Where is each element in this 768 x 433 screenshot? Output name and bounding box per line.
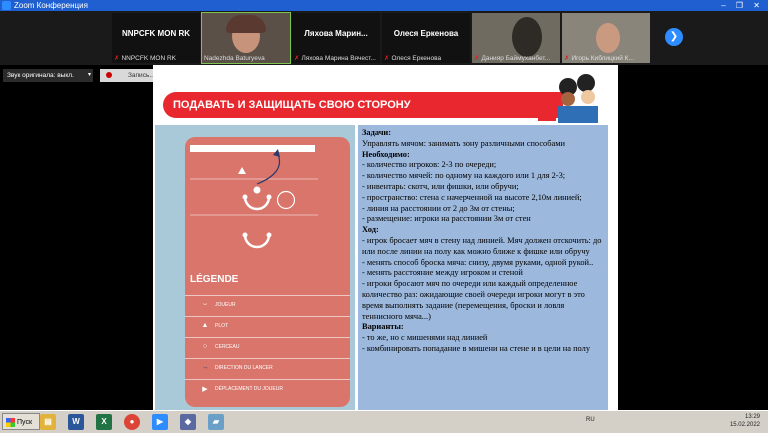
app-icon[interactable]: ◆ [180,414,196,430]
participant-video [596,23,620,53]
mic-muted-icon: ✗ [114,55,120,62]
diagram-panel: LÉGENDE ⌣ JOUEUR ▲ PLOT ○ CERCEAU → DIRE… [155,125,355,410]
mic-muted-icon: ✗ [564,55,570,62]
participant-name: Nadezhda Baturyeva [204,55,265,62]
presentation-slide: ПОДАВАТЬ И ЗАЩИЩАТЬ СВОЮ СТОРОНУ LÉGENDE… [153,65,618,410]
participant-video [512,17,542,57]
text-line: - комбинировать попадание в мишени на ст… [362,343,591,353]
instructions-text-panel: Задачи: Управлять мячом: занимать зону р… [358,125,608,410]
play-arrow-icon: ▶ [202,386,208,393]
exercise-diagram: LÉGENDE ⌣ JOUEUR ▲ PLOT ○ CERCEAU → DIRE… [185,137,350,407]
chrome-icon[interactable]: ● [124,414,140,430]
chevron-down-icon: ▾ [87,72,91,78]
children-illustration-icon [538,74,598,123]
arrow-right-icon: → [201,364,209,371]
clock[interactable]: 13:29 15.02.2022 [730,413,760,429]
participant-name: Данияр Баймуханбет... [481,55,551,62]
start-button[interactable]: Пуск [2,413,40,430]
participant-display-name: Ляхова Марин... [304,29,368,38]
participant-display-name: NNPCFK MON RK [122,29,190,38]
legend-item: ▲ PLOT [185,316,350,337]
text-line: - менять способ броска мяча: снизу, двум… [362,257,594,267]
text-line: - количество игроков: 2-3 по очереди; [362,160,497,170]
text-line: Управлять мячом: занимать зону различным… [362,138,565,148]
language-indicator[interactable]: RU [586,417,595,423]
legend-item: ⌣ JOUEUR [185,295,350,316]
legend-title: LÉGENDE [190,274,239,285]
legend-item: ○ CERCEAU [185,337,350,358]
windows-taskbar: Пуск ▤ W X ● ▶ ◆ ▰ RU 13:29 15.02.2022 [0,410,768,433]
excel-icon[interactable]: X [96,414,112,430]
text-line: - то же, но с мишенями над линией [362,333,488,343]
folder-icon[interactable]: ▤ [40,414,56,430]
field-diagram [190,149,318,249]
participants-strip: NNPCFK MON RK ✗ NNPCFK MON RK Nadezhda Ba… [0,11,768,65]
participant-name: Ляхова Марина Вячест... [301,55,376,62]
text-line: - количество мячей: по одному на каждого… [362,171,566,181]
legend-item: → DIRECTION DU LANCER [185,358,350,379]
section-heading: Задачи: [362,128,392,137]
text-line: - инвентарь: скотч, или фишки, или обруч… [362,181,519,191]
participant-name: NNPCFK MON RK [121,55,176,62]
participant-name: Олеся Еркенова [391,55,442,62]
legend-item: ▶ DÉPLACEMENT DU JOUEUR [185,379,350,400]
participant-tile[interactable]: ✗ Данияр Баймуханбет... [472,13,560,63]
text-line: - размещение: игроки на расстоянии 3м от… [362,214,531,224]
windows-logo-icon [6,418,15,427]
text-line: - игроки бросают мяч по очереди или кажд… [362,279,585,321]
window-titlebar: Zoom Конференция – ❐ ✕ [0,0,768,11]
participant-tile[interactable]: Nadezhda Baturyeva [201,12,291,64]
player-icon: ⌣ [202,301,208,308]
text-line: - линия на расстоянии от 2 до 3м от стен… [362,203,515,213]
slide-title: ПОДАВАТЬ И ЗАЩИЩАТЬ СВОЮ СТОРОНУ [163,92,563,118]
section-heading: Ход: [362,225,379,235]
hoop-icon: ○ [202,343,208,350]
zoom-icon[interactable]: ▶ [152,414,168,430]
original-sound-toggle[interactable]: Звук оригинала: выкл. ▾ [3,69,93,82]
text-line: - менять расстояние между игроком и стен… [362,268,523,278]
word-icon[interactable]: W [68,414,84,430]
mic-muted-icon: ✗ [384,55,390,62]
mic-muted-icon: ✗ [474,55,480,62]
participant-tile[interactable]: NNPCFK MON RK ✗ NNPCFK MON RK [112,13,200,63]
notes-icon[interactable]: ▰ [208,414,224,430]
participant-tile[interactable]: Ляхова Марин... ✗ Ляхова Марина Вячест... [292,13,380,63]
shared-screen: Звук оригинала: выкл. ▾ Запись... ПОДАВА… [0,65,768,410]
chevron-right-icon[interactable]: ❯ [665,28,683,46]
cone-icon: ▲ [201,322,209,329]
zoom-logo-icon [2,1,11,10]
participant-tile[interactable]: ✗ Игорь Киблицкий К... [562,13,650,63]
record-icon [106,72,112,79]
participant-name: Игорь Киблицкий К... [571,55,634,62]
text-line: - игрок бросает мяч в стену над линией. … [362,235,602,256]
section-heading: Варианты: [362,322,404,332]
system-tray: RU 13:29 15.02.2022 [586,412,766,431]
section-heading: Необходимо: [362,149,410,159]
window-controls[interactable]: – ❐ ✕ [721,0,764,11]
mic-muted-icon: ✗ [294,55,300,62]
window-title: Zoom Конференция [14,1,88,10]
text-line: - пространство: стена с начерченной на в… [362,192,582,202]
participant-display-name: Олеся Еркенова [393,29,459,38]
participant-tile[interactable]: Олеся Еркенова ✗ Олеся Еркенова [382,13,470,63]
